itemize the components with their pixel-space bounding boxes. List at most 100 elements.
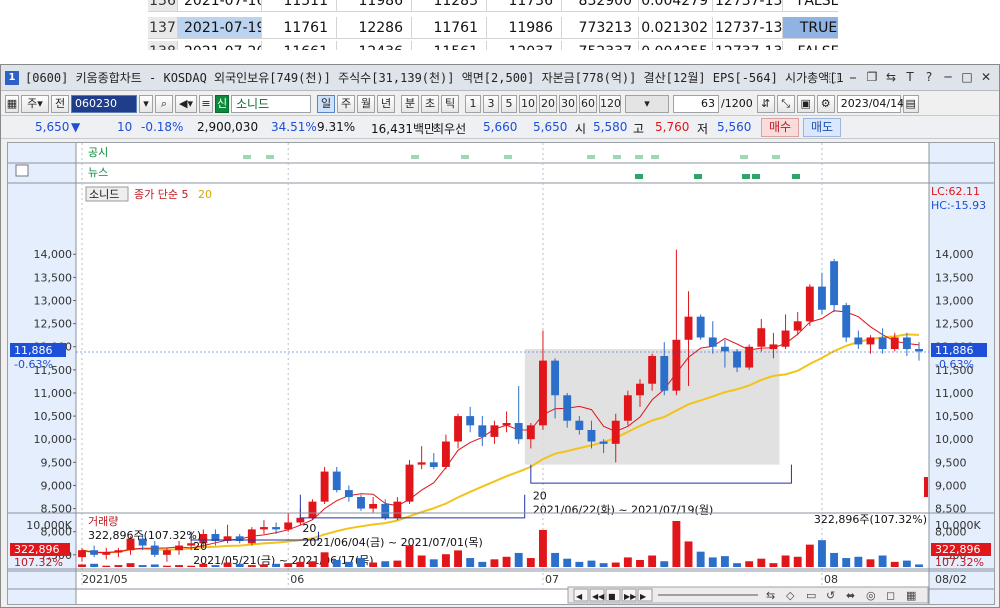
candle-body bbox=[684, 316, 693, 340]
disclosure-marker bbox=[266, 155, 274, 159]
sheet-cell-num[interactable]: 138 bbox=[148, 41, 178, 50]
playback-icon: ▶▶ bbox=[624, 592, 637, 601]
candle-count-input[interactable]: 63 bbox=[673, 94, 719, 113]
sheet-cell-ratio[interactable]: 0.004279 bbox=[639, 0, 713, 12]
sheet-cell-range[interactable]: 12737-130 bbox=[713, 17, 783, 39]
disclosure-marker bbox=[740, 155, 748, 159]
tile-icon[interactable]: ⬚ bbox=[827, 69, 841, 85]
period-minute[interactable]: 분 bbox=[401, 94, 419, 113]
volume-bar bbox=[502, 556, 511, 567]
window-titlebar[interactable]: 1 [0600] 키움종합차트 - KOSDAQ 외국인보유[749(천)] 주… bbox=[1, 65, 999, 91]
search-icon[interactable]: ⌕ bbox=[155, 94, 173, 113]
sheet-cell-c3[interactable]: 11561 bbox=[412, 41, 487, 50]
interval-60[interactable]: 60 bbox=[579, 94, 597, 113]
interval-5[interactable]: 5 bbox=[501, 94, 517, 113]
interval-1[interactable]: 1 bbox=[465, 94, 481, 113]
volume-bar bbox=[636, 559, 644, 567]
maximize-icon[interactable]: □ bbox=[960, 69, 974, 85]
interval-3[interactable]: 3 bbox=[483, 94, 499, 113]
sheet-cell-c4[interactable]: 11736 bbox=[487, 0, 562, 12]
sheet-cell-date[interactable]: 2021-07-19 bbox=[178, 17, 262, 39]
code-dropdown-icon[interactable]: ▾ bbox=[139, 94, 153, 113]
period-week[interactable]: 주 bbox=[337, 94, 355, 113]
sheet-row[interactable]: 1382021-07-20116611243611561120377523370… bbox=[148, 41, 838, 50]
volume-bar bbox=[672, 521, 681, 567]
close-icon[interactable]: ✕ bbox=[979, 69, 993, 85]
sheet-row[interactable]: 137 2021-07-19 11761 12286 11761 11986 773213 0… bbox=[148, 17, 838, 39]
sheet-cell-date[interactable]: 2021-07-16 bbox=[178, 0, 262, 12]
swap-icon[interactable]: ⇆ bbox=[884, 69, 898, 85]
sell-button[interactable]: 매도 bbox=[803, 118, 841, 137]
sheet-cell-ratio[interactable]: 0.004255 bbox=[639, 41, 713, 50]
sheet-cell-flag[interactable]: FALSE bbox=[783, 0, 838, 12]
text-icon[interactable]: T bbox=[903, 69, 917, 85]
save-icon[interactable]: ▣ bbox=[796, 94, 815, 113]
sheet-cell-c2[interactable]: 12436 bbox=[337, 41, 412, 50]
volume-bar bbox=[563, 558, 572, 567]
interval-20[interactable]: 20 bbox=[539, 94, 557, 113]
volume-tick-right: 10,000K bbox=[935, 519, 981, 532]
interval-10[interactable]: 10 bbox=[519, 94, 537, 113]
sheet-cell-num[interactable]: 137 bbox=[148, 17, 178, 39]
period-second[interactable]: 초 bbox=[421, 94, 439, 113]
period-tick[interactable]: 틱 bbox=[441, 94, 459, 113]
stock-name-field[interactable]: 소니드 bbox=[231, 94, 311, 113]
sheet-cell-flag[interactable]: TRUE bbox=[783, 17, 838, 39]
sheet-cell-c4[interactable]: 11986 bbox=[487, 17, 562, 39]
period-month[interactable]: 월 bbox=[357, 94, 375, 113]
volume-bar bbox=[429, 559, 438, 567]
sheet-cell-c3[interactable]: 11283 bbox=[412, 0, 487, 12]
sheet-cell-c1[interactable]: 11511 bbox=[262, 0, 337, 12]
playback-icon: ◀ bbox=[576, 592, 583, 601]
stock-code-input[interactable] bbox=[71, 94, 137, 113]
stock-name-label: 소니드 bbox=[89, 188, 119, 201]
sheet-cell-range[interactable]: 12737-130 bbox=[713, 41, 783, 50]
volume-bar bbox=[441, 554, 450, 567]
sheet-cell-c1[interactable]: 11761 bbox=[262, 17, 337, 39]
candle-body bbox=[514, 423, 523, 440]
disclosure-label: 공시 bbox=[88, 146, 108, 159]
sheet-cell-c3[interactable]: 11761 bbox=[412, 17, 487, 39]
sheet-cell-flag[interactable]: FALSE bbox=[783, 41, 838, 50]
volume-bar bbox=[684, 541, 693, 567]
sheet-cell-range[interactable]: 12737-130 bbox=[713, 0, 783, 12]
date-input[interactable]: 2023/04/14 bbox=[836, 94, 904, 113]
sheet-cell-vol[interactable]: 832900 bbox=[562, 0, 639, 12]
candle-body bbox=[720, 346, 729, 352]
sheet-cell-num[interactable]: 136 bbox=[148, 0, 178, 12]
minimize-icon[interactable]: ─ bbox=[941, 69, 955, 85]
period-day[interactable]: 일 bbox=[317, 94, 335, 113]
speaker-icon[interactable]: ◀▾ bbox=[175, 94, 197, 113]
volume-bar bbox=[162, 565, 171, 567]
interval-120[interactable]: 120 bbox=[599, 94, 621, 113]
custom-interval-select[interactable]: ▾ bbox=[625, 94, 669, 113]
sheet-cell-ratio[interactable]: 0.021302 bbox=[639, 17, 713, 39]
zoom-in-icon[interactable]: ⇵ bbox=[756, 94, 775, 113]
all-button[interactable]: 전 bbox=[51, 94, 69, 113]
restore-panel-icon[interactable]: ❐ bbox=[865, 69, 879, 85]
window-controls: ⬚ ⎯ ❐ ⇆ T? ─ □ ✕ bbox=[827, 69, 993, 85]
sheet-cell-c2[interactable]: 11986 bbox=[337, 0, 412, 12]
sheet-cell-vol[interactable]: 773213 bbox=[562, 17, 639, 39]
grid-icon[interactable]: ▦ bbox=[5, 94, 19, 113]
buy-button[interactable]: 매수 bbox=[761, 118, 799, 137]
sheet-cell-date[interactable]: 2021-07-20 bbox=[178, 41, 262, 50]
sheet-cell-c4[interactable]: 12037 bbox=[487, 41, 562, 50]
sheet-cell-c1[interactable]: 11661 bbox=[262, 41, 337, 50]
chart-area[interactable]: 공시뉴스7,5007,5008,0008,0008,5008,5009,0009… bbox=[7, 142, 995, 605]
help-icon[interactable]: ? bbox=[922, 69, 936, 85]
calendar-icon[interactable]: ▤ bbox=[902, 94, 919, 113]
interval-30[interactable]: 30 bbox=[559, 94, 577, 113]
candle-body bbox=[708, 337, 717, 347]
sheet-cell-c2[interactable]: 12286 bbox=[337, 17, 412, 39]
minimize-panel-icon[interactable]: ⎯ bbox=[846, 69, 860, 85]
candlestick-chart[interactable]: 공시뉴스7,5007,5008,0008,0008,5008,5009,0009… bbox=[8, 143, 994, 604]
sheet-row[interactable]: 136 2021-07-16 11511 11986 11283 11736 832900 0… bbox=[148, 0, 838, 12]
zoom-out-icon[interactable]: ⤡ bbox=[776, 94, 795, 113]
settings-icon[interactable]: ⚙ bbox=[816, 94, 835, 113]
period-year[interactable]: 년 bbox=[377, 94, 395, 113]
stock-type-select[interactable]: 주▾ bbox=[21, 94, 49, 113]
current-price: 5,650 bbox=[35, 120, 70, 134]
menu-icon[interactable]: ≡ bbox=[199, 94, 213, 113]
sheet-cell-vol[interactable]: 752337 bbox=[562, 41, 639, 50]
